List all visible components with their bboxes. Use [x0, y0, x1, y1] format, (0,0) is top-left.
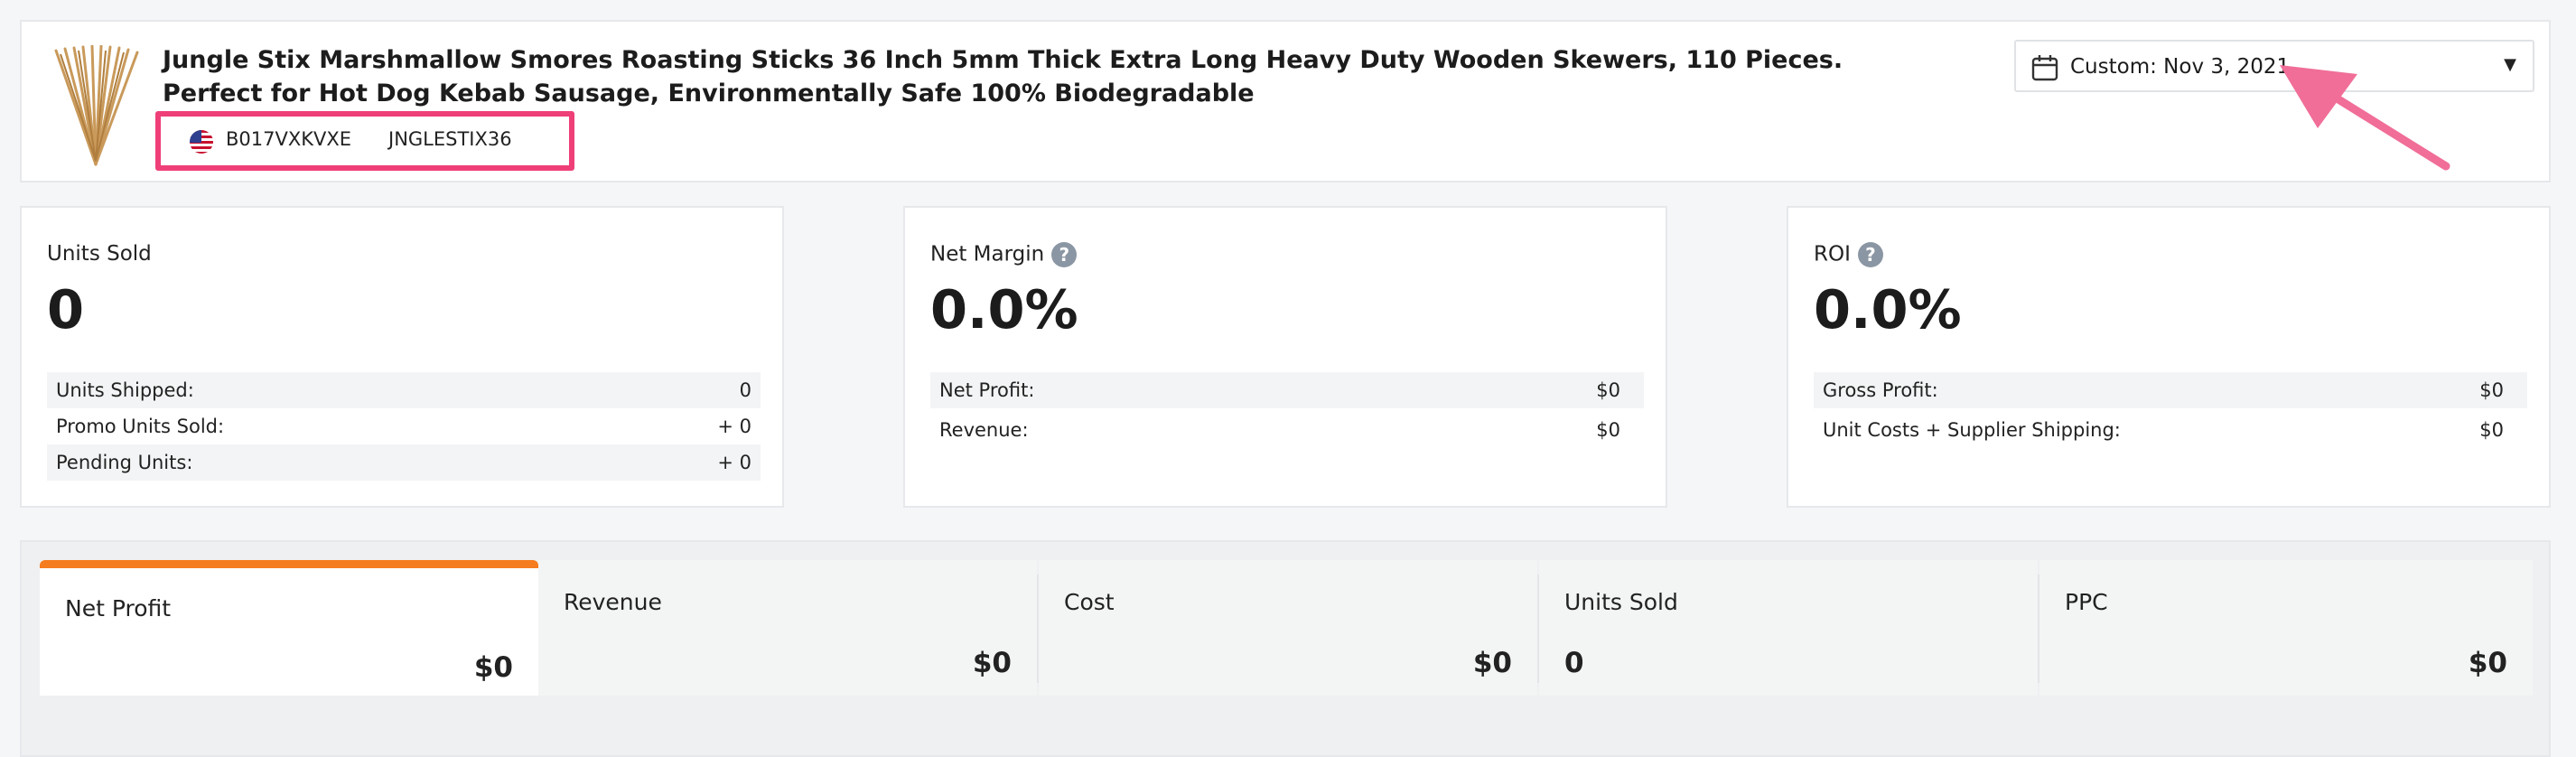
annotation-arrow [2280, 65, 2450, 171]
tab-label: Cost [1064, 589, 1115, 615]
help-icon[interactable]: ? [1051, 242, 1078, 267]
tab-label: PPC [2065, 589, 2108, 615]
row-label: Promo Units Sold: [56, 416, 225, 437]
net-profit-row: Net Profit: $0 [930, 372, 1644, 408]
row-value: $0 [1596, 379, 1620, 401]
row-label: Gross Profit: [1823, 379, 1938, 401]
tab-revenue[interactable]: Revenue $0 [538, 560, 1037, 696]
roi-title: ROI [1814, 242, 1851, 266]
units-shipped-row: Units Shipped: 0 [47, 372, 761, 408]
pending-units-row: Pending Units: + 0 [47, 444, 761, 481]
tab-cost[interactable]: Cost $0 [1039, 560, 1537, 696]
net-margin-card: Net Margin? 0.0% Net Profit: $0 Revenue:… [903, 206, 1667, 508]
units-sold-value: 0 [47, 278, 85, 341]
us-flag-icon [190, 130, 213, 154]
product-thumbnail [54, 45, 139, 166]
tab-value: 0 [1564, 647, 1584, 679]
row-label: Pending Units: [56, 452, 193, 473]
row-label: Unit Costs + Supplier Shipping: [1823, 419, 2121, 441]
tab-units-sold[interactable]: Units Sold 0 [1539, 560, 2038, 696]
net-margin-title-wrap: Net Margin? [930, 242, 1078, 267]
tab-value: $0 [1472, 647, 1512, 679]
row-value: 0 [739, 379, 751, 401]
unit-costs-row: Unit Costs + Supplier Shipping: $0 [1814, 412, 2527, 448]
units-sold-title: Units Sold [47, 242, 152, 266]
revenue-row: Revenue: $0 [930, 412, 1644, 448]
tab-label: Units Sold [1564, 589, 1678, 615]
tab-value: $0 [972, 647, 1012, 679]
row-value: $0 [2479, 419, 2504, 441]
asin-label[interactable]: B017VXKVXE [226, 128, 351, 150]
chevron-down-icon: ▼ [2504, 55, 2516, 74]
gross-profit-row: Gross Profit: $0 [1814, 372, 2527, 408]
product-title: Jungle Stix Marshmallow Smores Roasting … [163, 46, 1843, 107]
product-header: Jungle Stix Marshmallow Smores Roasting … [20, 20, 2551, 182]
roi-title-wrap: ROI? [1814, 242, 1883, 267]
roi-card: ROI? 0.0% Gross Profit: $0 Unit Costs + … [1787, 206, 2551, 508]
date-range-label: Custom: Nov 3, 2021 [2070, 55, 2291, 79]
tab-label: Revenue [564, 589, 662, 615]
net-margin-title: Net Margin [930, 242, 1045, 266]
row-label: Revenue: [939, 419, 1029, 441]
tab-value: $0 [473, 651, 513, 684]
row-label: Net Profit: [939, 379, 1035, 401]
row-value: + 0 [717, 452, 751, 473]
tab-value: $0 [2468, 647, 2507, 679]
calendar-icon [2031, 55, 2058, 81]
tab-label: Net Profit [65, 595, 172, 621]
row-value: $0 [1596, 419, 1620, 441]
units-sold-card: Units Sold 0 Units Shipped: 0 Promo Unit… [20, 206, 784, 508]
help-icon[interactable]: ? [1857, 242, 1883, 267]
net-margin-value: 0.0% [930, 278, 1078, 341]
row-value: + 0 [717, 416, 751, 437]
tab-ppc[interactable]: PPC $0 [2039, 560, 2533, 696]
promo-units-row: Promo Units Sold: + 0 [47, 408, 761, 444]
row-value: $0 [2479, 379, 2504, 401]
sku-label[interactable]: JNGLESTIX36 [388, 128, 512, 150]
tab-net-profit[interactable]: Net Profit $0 [40, 560, 538, 696]
row-label: Units Shipped: [56, 379, 194, 401]
roi-value: 0.0% [1814, 278, 1962, 341]
metric-tabs-panel: Net Profit $0 Revenue $0 Cost $0 Units S… [20, 540, 2551, 757]
